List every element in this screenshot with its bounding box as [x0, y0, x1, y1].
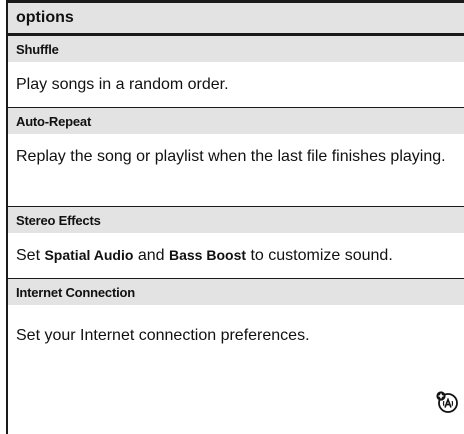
option-term-label: Internet Connection: [16, 284, 135, 300]
desc-text-suffix: to customize sound.: [246, 247, 393, 264]
option-desc-auto-repeat: Replay the song or playlist when the las…: [8, 134, 464, 207]
option-desc-text: Set your Internet connection preferences…: [16, 326, 310, 344]
table-header: options: [8, 0, 464, 36]
option-term-label: Stereo Effects: [16, 212, 101, 228]
desc-text-and: and: [133, 247, 169, 264]
option-term-stereo-effects: Stereo Effects: [8, 207, 464, 233]
option-desc-shuffle: Play songs in a random order.: [8, 62, 464, 108]
option-term-internet-connection: Internet Connection: [8, 279, 464, 305]
option-term-label: Shuffle: [16, 41, 59, 57]
desc-text-prefix: Set: [16, 247, 45, 264]
option-desc-text: Set Spatial Audio and Bass Boost to cust…: [16, 241, 393, 270]
option-term-label: Auto-Repeat: [16, 113, 92, 129]
network-feature-icon: [436, 391, 458, 413]
keyword-bass-boost: Bass Boost: [169, 247, 247, 263]
keyword-spatial-audio: Spatial Audio: [44, 247, 134, 263]
option-desc-text: Play songs in a random order.: [16, 76, 229, 93]
option-term-auto-repeat: Auto-Repeat: [8, 108, 464, 134]
table-header-title: options: [16, 9, 74, 26]
option-desc-internet-connection: Set your Internet connection preferences…: [8, 305, 464, 365]
option-term-shuffle: Shuffle: [8, 36, 464, 62]
option-desc-text: Replay the song or playlist when the las…: [16, 148, 446, 165]
option-desc-stereo-effects: Set Spatial Audio and Bass Boost to cust…: [8, 233, 464, 279]
options-table: options Shuffle Play songs in a random o…: [6, 0, 464, 434]
